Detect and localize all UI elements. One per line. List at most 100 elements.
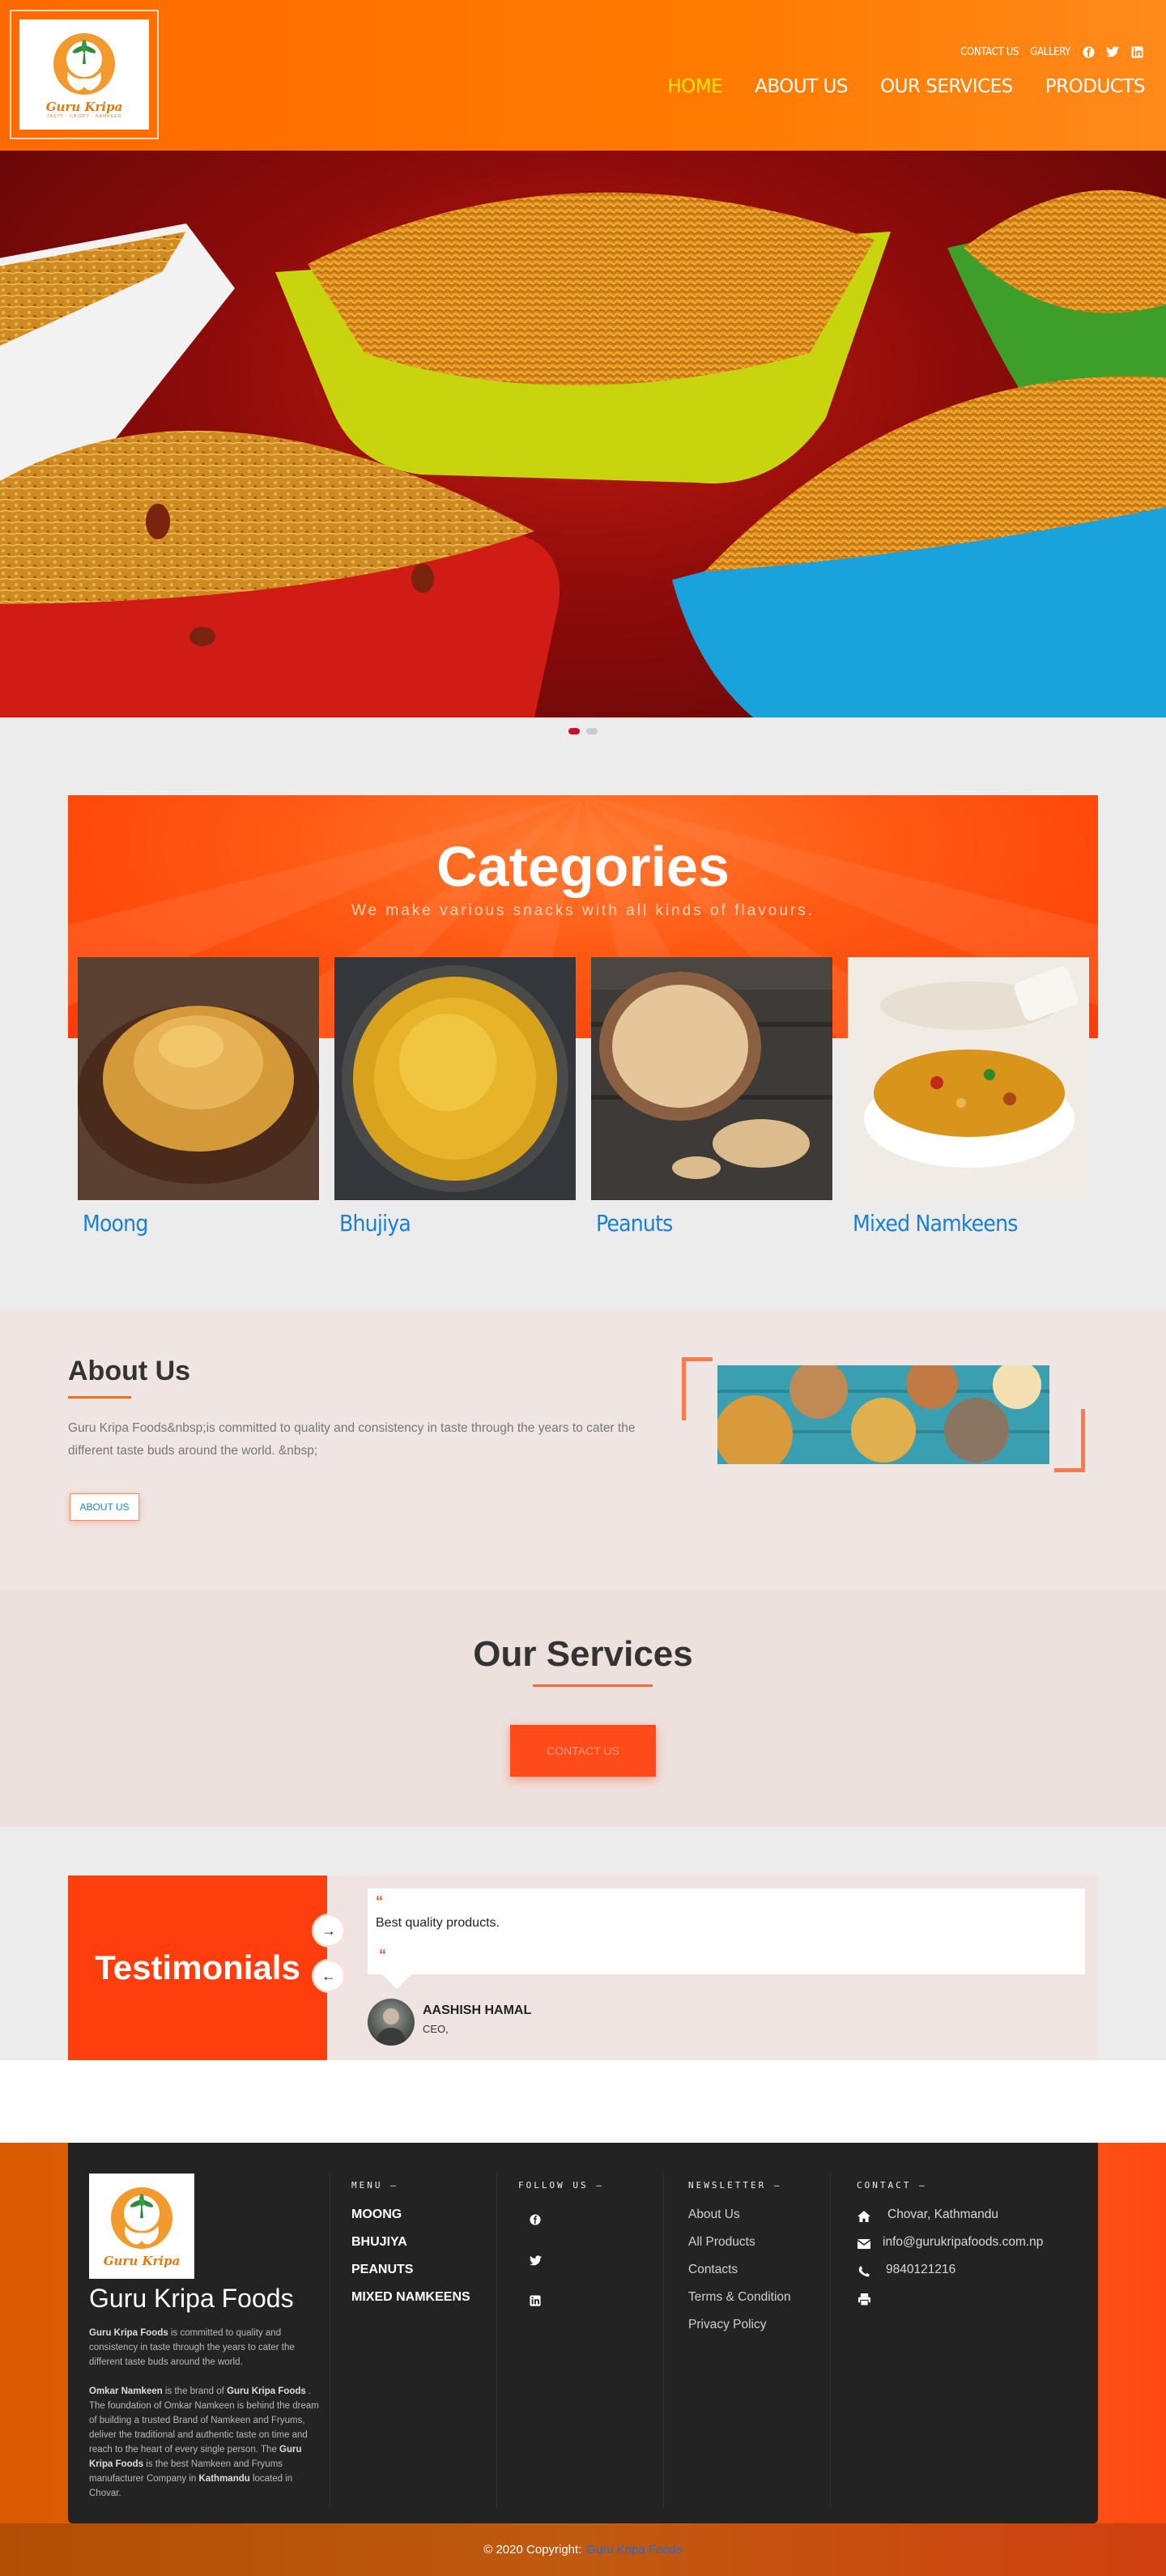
category-card-peanuts[interactable]: Peanuts: [591, 957, 832, 1237]
copyright-link[interactable]: Guru Kripa Foods: [586, 2543, 682, 2557]
main-nav: HOME ABOUT US OUR SERVICES PRODUCTS: [667, 76, 1145, 97]
twitter-icon[interactable]: [526, 2251, 544, 2269]
linkedin-icon[interactable]: [526, 2292, 544, 2310]
footer-col-newsletter: [664, 2174, 831, 2507]
linkedin-icon[interactable]: [1130, 45, 1143, 58]
footer-menu-item[interactable]: PEANUTS: [351, 2263, 413, 2277]
logo-text: Guru Kripa: [45, 100, 123, 114]
about-section: About Us Guru Kripa Foods&nbsp;is commit…: [0, 1309, 1166, 1589]
footer-menu-item[interactable]: MIXED NAMKEENS: [351, 2290, 470, 2305]
footer-text: is the brand of: [162, 2387, 228, 2396]
copyright-bar: © 2020 Copyright: Guru Kripa Foods: [0, 2523, 1166, 2576]
logo-emblem-icon: [111, 2187, 172, 2249]
categories-subtitle: We make various snacks with all kinds of…: [351, 902, 815, 919]
footer-logo[interactable]: Guru Kripa: [89, 2174, 194, 2279]
footer-newsletter-heading: NEWSLETTER —: [688, 2180, 782, 2191]
moong-image: [78, 957, 319, 1200]
footer-bold-text: Guru Kripa Foods: [89, 2328, 168, 2338]
footer-email[interactable]: info@gurukripafoods.com.np: [883, 2235, 1043, 2250]
quote-tail: [382, 1974, 411, 1989]
services-underline: [533, 1684, 653, 1687]
arrow-right-icon: →: [321, 1922, 336, 1939]
twitter-icon[interactable]: [1106, 45, 1119, 58]
footer-brand: Guru Kripa Foods: [89, 2284, 294, 2313]
category-name[interactable]: Bhujiya: [339, 1210, 576, 1237]
categories-title: Categories: [436, 835, 730, 898]
site-header: Guru Kripa TASTY · CRISPY · NAMKEEN CONT…: [0, 0, 1166, 151]
footer-follow-heading: FOLLOW US —: [518, 2180, 604, 2191]
testimonial-prev-button[interactable]: ←: [314, 1961, 343, 1991]
hero-snack-bowls-image: [0, 189, 1166, 717]
footer-bold-text: Guru Kripa Foods: [227, 2387, 306, 2396]
mixed-namkeens-image: [848, 957, 1089, 1200]
envelope-icon: [857, 2237, 871, 2251]
contact-us-button[interactable]: CONTACT US: [510, 1725, 656, 1777]
quote-box: “ Best quality products. “: [368, 1888, 1085, 1989]
facebook-icon[interactable]: [526, 2211, 544, 2229]
testimonial-role: CEO,: [423, 2023, 449, 2035]
footer-menu-heading: MENU —: [351, 2180, 398, 2191]
top-links: CONTACT US GALLERY: [960, 45, 1143, 58]
hero-slider[interactable]: [0, 151, 1166, 717]
logo-frame: Guru Kripa TASTY · CRISPY · NAMKEEN: [10, 10, 159, 139]
footer-link[interactable]: Terms & Condition: [688, 2290, 791, 2305]
footer-col-menu: [330, 2174, 497, 2507]
nav-products[interactable]: PRODUCTS: [1045, 76, 1146, 97]
quote-open-icon: “: [376, 1893, 383, 1910]
facebook-icon[interactable]: [1082, 45, 1095, 58]
footer-bold-text: Omkar Namkeen: [89, 2387, 163, 2396]
footer-link[interactable]: Privacy Policy: [688, 2318, 766, 2332]
site-logo[interactable]: Guru Kripa TASTY · CRISPY · NAMKEEN: [19, 19, 149, 130]
logo-tagline: TASTY · CRISPY · NAMKEEN: [47, 114, 121, 119]
footer-menu-item[interactable]: BHUJIYA: [351, 2235, 407, 2250]
footer-link[interactable]: All Products: [688, 2235, 755, 2250]
services-section: Our Services CONTACT US: [0, 1589, 1166, 1827]
about-text: Guru Kripa Foods&nbsp;is committed to qu…: [68, 1421, 636, 1458]
category-name[interactable]: Peanuts: [596, 1210, 832, 1237]
avatar: [368, 1999, 415, 2046]
nav-about-us[interactable]: ABOUT US: [755, 76, 848, 97]
category-card-mixed-namkeens[interactable]: Mixed Namkeens: [848, 957, 1089, 1237]
slider-dots: [0, 717, 1166, 745]
category-name[interactable]: Moong: [83, 1210, 319, 1237]
testimonial-next-button[interactable]: →: [314, 1916, 343, 1945]
testimonials-title: Testimonials: [68, 1876, 327, 2060]
about-us-button[interactable]: ABOUT US: [70, 1493, 139, 1521]
quote-close-icon: “: [379, 1947, 386, 1963]
copyright-text: © 2020 Copyright:: [483, 2543, 582, 2557]
about-underline: [68, 1396, 131, 1399]
footer-about-text: Guru Kripa Foods is committed to quality…: [89, 2326, 324, 2369]
category-name[interactable]: Mixed Namkeens: [853, 1210, 1089, 1237]
print-icon[interactable]: [857, 2292, 871, 2306]
footer-menu-item[interactable]: MOONG: [351, 2208, 402, 2222]
about-snack-bowls-image: [717, 1365, 1049, 1464]
category-card-moong[interactable]: Moong: [78, 957, 319, 1237]
footer-col-follow: [497, 2174, 664, 2507]
footer-bold-text: Kathmandu: [198, 2474, 250, 2484]
footer-link[interactable]: About Us: [688, 2208, 740, 2222]
slider-dot-2[interactable]: [586, 728, 598, 734]
footer-brand-text: Omkar Namkeen is the brand of Guru Kripa…: [89, 2384, 324, 2501]
top-link-gallery[interactable]: GALLERY: [1030, 46, 1070, 58]
site-footer: Guru Kripa Guru Kripa Foods Guru Kripa F…: [68, 2143, 1098, 2523]
testimonial-quote: Best quality products.: [376, 1916, 500, 1930]
footer-contact-heading: CONTACT —: [857, 2180, 927, 2191]
slider-dot-1[interactable]: [568, 728, 580, 734]
category-card-bhujiya[interactable]: Bhujiya: [334, 957, 576, 1237]
testimonial-author: AASHISH HAMAL: [423, 2003, 532, 2017]
top-link-contact[interactable]: CONTACT US: [960, 46, 1019, 58]
services-title: Our Services: [473, 1634, 693, 1674]
nav-our-services[interactable]: OUR SERVICES: [880, 76, 1013, 97]
footer-logo-text: Guru Kripa: [103, 2254, 181, 2268]
footer-link[interactable]: Contacts: [688, 2263, 738, 2277]
home-icon: [857, 2209, 871, 2224]
nav-home[interactable]: HOME: [667, 76, 722, 97]
logo-emblem-icon: [53, 33, 115, 95]
bracket-bottom-right: [1054, 1409, 1085, 1472]
arrow-left-icon: ←: [321, 1967, 336, 1984]
bracket-top-left: [682, 1357, 713, 1420]
spacer: [0, 2060, 1166, 2143]
testimonial-panel: → ← “ Best quality products. “ AASHISH H…: [314, 1876, 1098, 2060]
peanuts-image: [591, 957, 832, 1200]
footer-phone[interactable]: 9840121216: [886, 2263, 955, 2277]
